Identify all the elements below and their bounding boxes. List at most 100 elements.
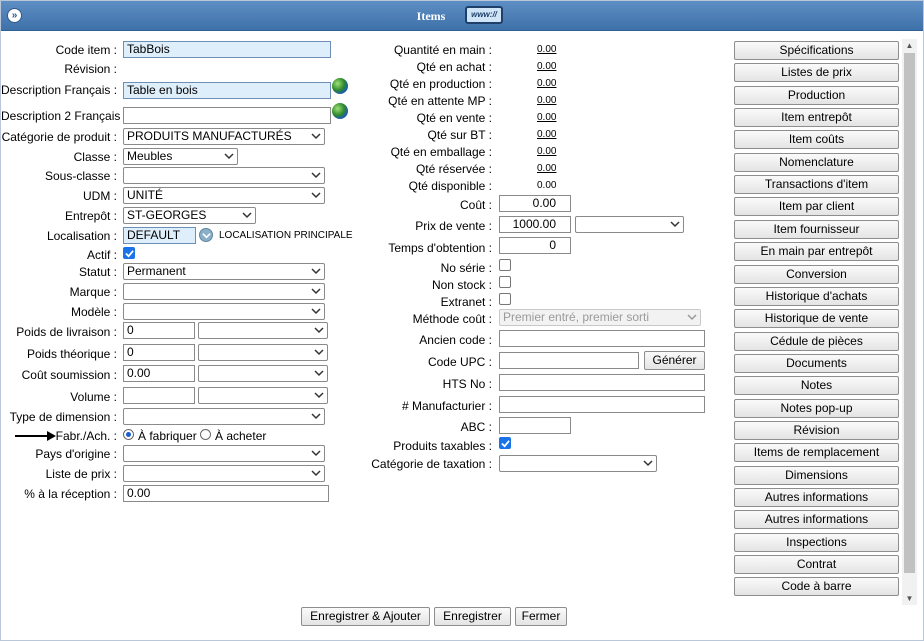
cout-soumission-unit-select[interactable] xyxy=(198,365,328,382)
side-button[interactable]: Documents xyxy=(734,353,899,373)
prix-vente-input[interactable]: 1000.00 xyxy=(499,216,571,233)
side-button[interactable]: Dimensions xyxy=(734,465,899,485)
localisation-input[interactable]: DEFAULT xyxy=(123,227,196,244)
hts-no-input[interactable] xyxy=(499,374,705,391)
code-upc-input[interactable] xyxy=(499,352,639,369)
side-button[interactable]: Item entrepôt xyxy=(734,108,899,128)
translate-globe-icon-2[interactable] xyxy=(332,103,348,119)
qty-value-link[interactable]: 0.00 xyxy=(537,61,556,72)
qty-value-link[interactable]: 0.00 xyxy=(537,112,556,123)
side-button[interactable]: Notes xyxy=(734,376,899,396)
side-button[interactable]: En main par entrepôt xyxy=(734,242,899,262)
volume-label: Volume : xyxy=(70,390,117,404)
udm-select[interactable]: UNITÉ xyxy=(123,187,325,204)
chevron-down-icon xyxy=(311,268,321,275)
side-button[interactable]: Révision xyxy=(734,420,899,440)
side-button[interactable]: Cédule de pièces xyxy=(734,331,899,351)
classe-select[interactable]: Meubles xyxy=(123,148,238,165)
items-window: » Items www:// Code item : TabBois Révis… xyxy=(0,0,924,641)
side-button[interactable]: Historique d'achats xyxy=(734,286,899,306)
side-button[interactable]: Transactions d'item xyxy=(734,175,899,195)
cout-soumission-input[interactable]: 0.00 xyxy=(123,365,195,382)
code-item-input[interactable]: TabBois xyxy=(123,41,331,58)
produits-taxables-checkbox[interactable] xyxy=(499,437,511,449)
entrepot-select[interactable]: ST-GEORGES xyxy=(123,207,256,224)
side-button[interactable]: Autres informations xyxy=(734,510,899,530)
marque-select[interactable] xyxy=(123,283,325,300)
side-button[interactable]: Nomenclature xyxy=(734,152,899,172)
marque-label: Marque : xyxy=(69,285,117,299)
side-button[interactable]: Item coûts xyxy=(734,130,899,150)
close-button[interactable]: Fermer xyxy=(515,607,567,626)
a-acheter-radio[interactable] xyxy=(200,429,211,440)
poids-livraison-unit-select[interactable] xyxy=(198,322,328,339)
poids-livraison-input[interactable]: 0 xyxy=(123,322,195,339)
categorie-taxation-select[interactable] xyxy=(499,455,657,472)
side-button[interactable]: Historique de vente xyxy=(734,309,899,329)
side-button[interactable]: Inspections xyxy=(734,532,899,552)
liste-prix-label: Liste de prix : xyxy=(45,467,117,481)
qty-value-link[interactable]: 0.00 xyxy=(537,146,556,157)
no-serie-checkbox[interactable] xyxy=(499,259,511,271)
side-button[interactable]: Conversion xyxy=(734,264,899,284)
qty-value-link[interactable]: 0.00 xyxy=(537,44,556,55)
type-dimension-select[interactable] xyxy=(123,408,325,425)
poids-theorique-unit-select[interactable] xyxy=(198,344,328,361)
qty-value-link[interactable]: 0.00 xyxy=(537,95,556,106)
save-button[interactable]: Enregistrer xyxy=(434,607,511,626)
modele-select[interactable] xyxy=(123,303,325,320)
window-menu-icon[interactable]: » xyxy=(7,8,22,23)
abc-input[interactable] xyxy=(499,417,571,434)
description-fr-input[interactable]: Table en bois xyxy=(123,82,331,99)
side-button[interactable]: Items de remplacement xyxy=(734,443,899,463)
chevron-down-icon xyxy=(314,349,324,356)
side-button[interactable]: Autres informations xyxy=(734,488,899,507)
side-button[interactable]: Notes pop-up xyxy=(734,398,899,418)
side-button[interactable]: Production xyxy=(734,85,899,105)
localisation-dropdown-icon[interactable] xyxy=(199,228,213,242)
liste-prix-select[interactable] xyxy=(123,465,325,482)
side-button[interactable]: Item par client xyxy=(734,197,899,217)
window-title: Items xyxy=(416,9,446,23)
entrepot-value: ST-GEORGES xyxy=(127,208,207,222)
qty-value-link[interactable]: 0.00 xyxy=(537,129,556,140)
extranet-checkbox[interactable] xyxy=(499,293,511,305)
pct-reception-input[interactable]: 0.00 xyxy=(123,485,329,502)
side-button[interactable]: Contrat xyxy=(734,555,899,575)
side-button[interactable]: Listes de prix xyxy=(734,63,899,83)
methode-cout-select[interactable]: Premier entré, premier sorti xyxy=(499,309,701,326)
qty-value-link[interactable]: 0.00 xyxy=(537,163,556,174)
translate-globe-icon[interactable] xyxy=(332,78,348,94)
ancien-code-input[interactable] xyxy=(499,330,705,347)
side-button[interactable]: Item fournisseur xyxy=(734,219,899,239)
temps-obtention-input[interactable]: 0 xyxy=(499,237,571,254)
sous-classe-select[interactable] xyxy=(123,167,325,184)
cout-input[interactable]: 0.00 xyxy=(499,195,571,212)
statut-select[interactable]: Permanent xyxy=(123,263,325,280)
categorie-select[interactable]: PRODUITS MANUFACTURÉS xyxy=(123,128,325,145)
web-link-icon[interactable]: www:// xyxy=(465,6,503,24)
side-button[interactable]: Spécifications xyxy=(734,41,899,60)
non-stock-checkbox[interactable] xyxy=(499,276,511,288)
qty-value-link[interactable]: 0.00 xyxy=(537,78,556,89)
side-button[interactable]: Code à barre xyxy=(734,577,899,597)
generer-button[interactable]: Générer xyxy=(644,351,705,370)
scrollbar-thumb[interactable] xyxy=(904,53,915,573)
manufacturier-input[interactable] xyxy=(499,396,705,413)
qty-label: Qté sur BT : xyxy=(427,128,492,142)
volume-input[interactable] xyxy=(123,387,195,404)
a-fabriquer-radio[interactable] xyxy=(123,429,134,440)
chevron-down-icon xyxy=(311,308,321,315)
scroll-up-icon[interactable]: ▲ xyxy=(905,41,914,50)
description2-fr-input[interactable] xyxy=(123,107,331,124)
actif-checkbox[interactable] xyxy=(123,247,135,259)
poids-theorique-input[interactable]: 0 xyxy=(123,344,195,361)
right-panel-scrollbar[interactable]: ▲ ▼ xyxy=(902,39,917,605)
entrepot-label: Entrepôt : xyxy=(64,209,117,223)
prix-vente-currency-select[interactable] xyxy=(575,216,684,233)
pays-origine-select[interactable] xyxy=(123,445,325,462)
scroll-down-icon[interactable]: ▼ xyxy=(905,594,914,603)
save-add-button[interactable]: Enregistrer & Ajouter xyxy=(301,607,430,626)
ancien-code-label: Ancien code : xyxy=(419,333,492,347)
volume-unit-select[interactable] xyxy=(198,387,328,404)
